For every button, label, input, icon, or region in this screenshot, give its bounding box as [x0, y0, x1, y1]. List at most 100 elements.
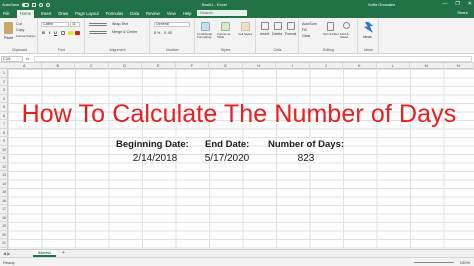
add-sheet-button[interactable]: + [62, 250, 65, 256]
tab-review[interactable]: Review [146, 11, 160, 16]
sheet-tab-bar: ◀ ▶ Sheet1 + [0, 249, 474, 257]
align-top-icon[interactable] [89, 23, 107, 26]
name-box[interactable]: C15 [1, 56, 23, 62]
end-date-value[interactable]: 5/17/2020 [196, 153, 258, 164]
cut-button[interactable]: Cut [16, 22, 22, 26]
format-cells-icon[interactable] [287, 22, 295, 30]
row-header[interactable]: 17 [0, 205, 8, 214]
row-header[interactable]: 10 [0, 146, 8, 154]
save-icon[interactable] [32, 2, 37, 7]
alignment-label: Alignment [109, 48, 126, 52]
sheet-title-cell[interactable]: How To Calculate The Number of Days [9, 100, 469, 129]
zoom-slider[interactable] [414, 262, 454, 263]
align-left-icon[interactable] [89, 31, 107, 34]
find-select-icon[interactable] [343, 22, 350, 29]
row-header[interactable]: 15 [0, 188, 8, 197]
tab-formulas[interactable]: Formulas [106, 11, 123, 16]
fill-button[interactable]: Fill [302, 28, 307, 32]
beginning-date-value[interactable]: 2/14/2018 [118, 153, 192, 164]
redo-icon[interactable] [46, 2, 51, 7]
sheet-tab-sheet1[interactable]: Sheet1 [33, 250, 57, 257]
font-size-select[interactable]: 11 [70, 22, 80, 27]
format-button[interactable]: Format [285, 32, 296, 36]
font-name-select[interactable]: Calibri [41, 22, 69, 27]
row-header[interactable]: 6 [0, 112, 8, 120]
clear-button[interactable]: Clear [302, 34, 311, 38]
number-format-icons[interactable]: $ % , .0 .00 [154, 31, 172, 35]
format-table-icon[interactable] [221, 22, 230, 31]
row-header[interactable]: 4 [0, 95, 8, 103]
row-header[interactable]: 7 [0, 120, 8, 129]
row-header[interactable]: 8 [0, 129, 8, 137]
format-painter-button[interactable]: Format Painter [16, 34, 36, 38]
function-icon[interactable]: fx [26, 56, 29, 61]
bold-button[interactable]: B [41, 30, 46, 35]
tab-home[interactable]: Home [16, 10, 34, 18]
formula-input[interactable] [34, 56, 472, 62]
row-header[interactable]: 21 [0, 239, 8, 248]
delete-button[interactable]: Delete [272, 32, 282, 36]
format-as-table-button[interactable]: Format as Table [217, 32, 235, 40]
restore-button[interactable]: ❐ [455, 1, 459, 7]
number-format-select[interactable]: General [154, 22, 190, 27]
sheet-nav-arrows[interactable]: ◀ ▶ [3, 251, 10, 256]
row-header[interactable]: 2 [0, 78, 8, 86]
row-header[interactable]: 19 [0, 222, 8, 231]
row-header[interactable]: 14 [0, 180, 8, 188]
find-select-button[interactable]: Find & Select [340, 32, 357, 40]
cells-group: Insert Delete Format Cells [257, 19, 299, 53]
insert-button[interactable]: Insert [260, 32, 269, 36]
row-header[interactable]: 9 [0, 137, 8, 146]
paste-button[interactable]: Paste [4, 36, 13, 40]
ideas-button[interactable]: Ideas [363, 35, 372, 39]
quick-access-toolbar: AutoSave [2, 2, 51, 7]
minimize-button[interactable]: — [442, 1, 447, 7]
ideas-icon[interactable] [364, 22, 373, 33]
row-header[interactable]: 5 [0, 103, 8, 112]
delete-cells-icon[interactable] [274, 22, 282, 30]
conditional-formatting-icon[interactable] [201, 22, 210, 31]
tab-view[interactable]: View [167, 11, 176, 16]
underline-button[interactable]: U [53, 30, 58, 35]
user-name[interactable]: Sofia Gonzalez [368, 2, 395, 7]
row-header[interactable]: 3 [0, 86, 8, 95]
tab-page-layout[interactable]: Page Layout [75, 11, 99, 16]
number-of-days-header[interactable]: Number of Days: [268, 139, 344, 150]
beginning-date-header[interactable]: Beginning Date: [116, 139, 189, 150]
row-header[interactable]: 20 [0, 231, 8, 239]
insert-cells-icon[interactable] [261, 22, 269, 30]
tab-draw[interactable]: Draw [58, 11, 68, 16]
share-button[interactable]: Share [457, 10, 468, 15]
zoom-level[interactable]: 100% [460, 260, 470, 265]
cell-styles-button[interactable]: Cell Styles [238, 32, 254, 36]
end-date-header[interactable]: End Date: [205, 139, 249, 150]
row-header[interactable]: 12 [0, 163, 8, 171]
row-header[interactable]: 13 [0, 171, 8, 180]
row-header[interactable]: 1 [0, 69, 8, 78]
row-header[interactable]: 11 [0, 154, 8, 163]
wrap-text-button[interactable]: Wrap Text [112, 22, 128, 26]
autosum-button[interactable]: AutoSum [302, 22, 317, 26]
tab-file[interactable]: File [3, 11, 10, 16]
tab-data[interactable]: Data [130, 11, 139, 16]
borders-icon[interactable] [61, 31, 65, 35]
cell-styles-icon[interactable] [241, 22, 250, 31]
sort-filter-button[interactable]: Sort & Filter [323, 32, 339, 36]
search-box[interactable]: Search [197, 10, 247, 16]
close-button[interactable]: ✕ [468, 1, 472, 7]
merge-center-button[interactable]: Merge & Center [112, 30, 137, 34]
undo-icon[interactable] [39, 2, 44, 7]
italic-button[interactable]: I [47, 30, 52, 35]
fill-color-icon[interactable] [68, 31, 73, 35]
font-color-icon[interactable] [75, 31, 80, 35]
sort-filter-icon[interactable] [327, 22, 334, 31]
paste-icon[interactable] [4, 22, 13, 34]
number-of-days-value[interactable]: 823 [268, 153, 344, 164]
row-header[interactable]: 16 [0, 197, 8, 205]
copy-button[interactable]: Copy [16, 28, 24, 32]
autosave-toggle[interactable] [22, 2, 30, 7]
tab-insert[interactable]: Insert [41, 11, 51, 16]
tab-help[interactable]: Help [183, 11, 192, 16]
row-header[interactable]: 18 [0, 214, 8, 222]
conditional-formatting-button[interactable]: Conditional Formatting [197, 32, 216, 40]
